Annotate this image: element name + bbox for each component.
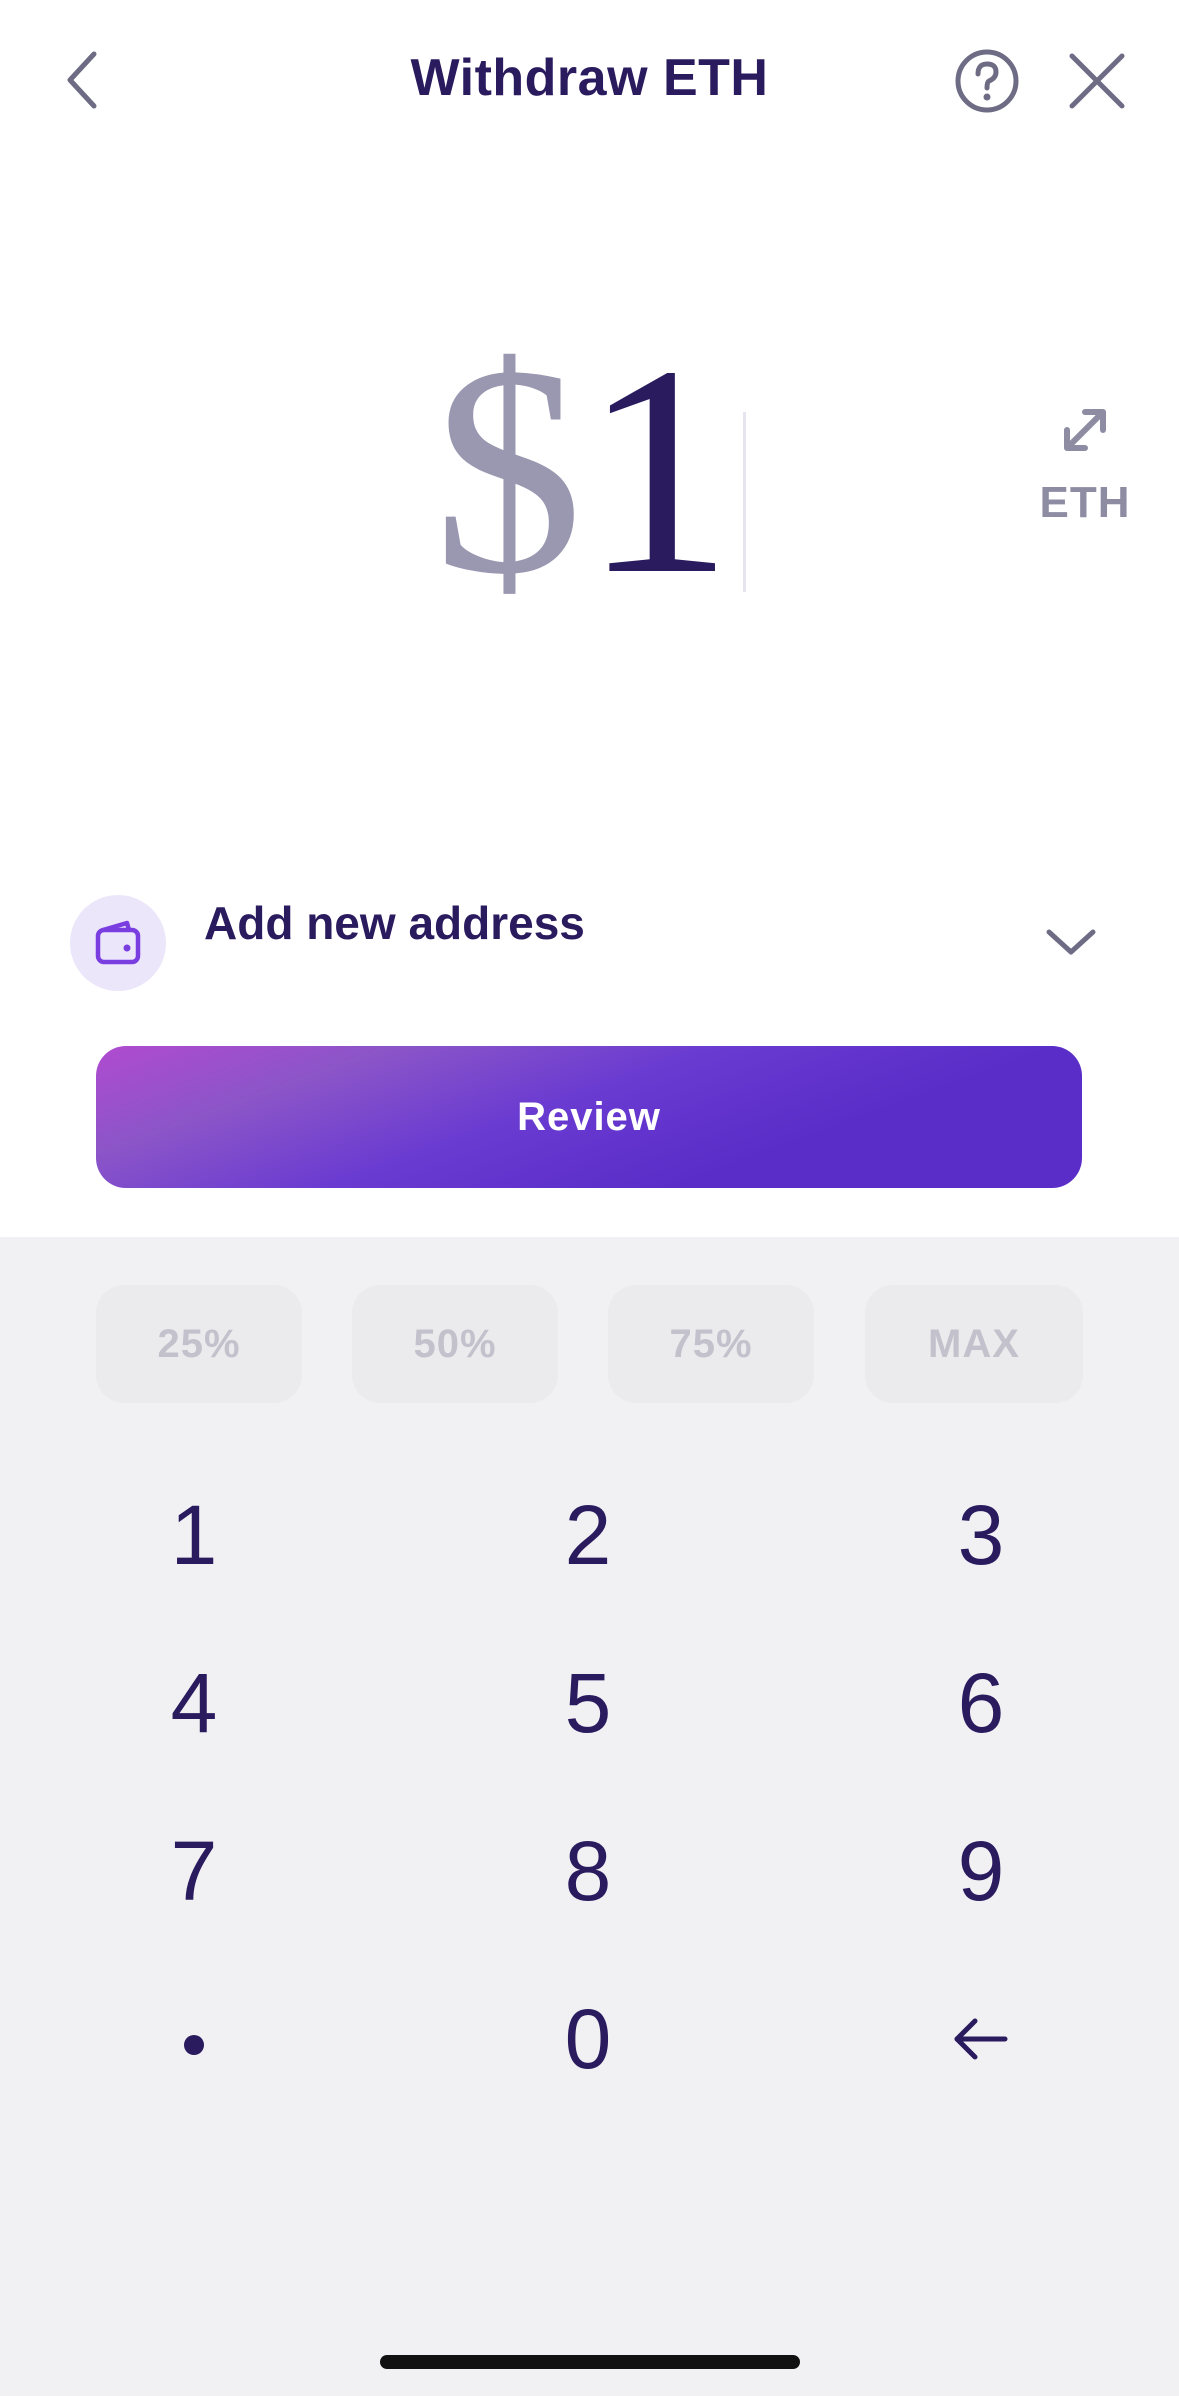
wallet-icon [95, 920, 141, 965]
chevron-down-icon [1046, 929, 1096, 955]
key-0[interactable]: 0 [458, 1964, 718, 2114]
header: Withdraw ETH [0, 0, 1179, 160]
swap-arrows-icon [1064, 409, 1106, 451]
key-9[interactable]: 9 [851, 1796, 1111, 1946]
key-4[interactable]: 4 [64, 1628, 324, 1778]
decimal-dot-icon [184, 2035, 204, 2055]
review-button[interactable]: Review [96, 1046, 1082, 1188]
key-7[interactable]: 7 [64, 1796, 324, 1946]
quick-amount-50-button[interactable]: 50% [352, 1285, 558, 1403]
key-2[interactable]: 2 [458, 1460, 718, 1610]
address-label: Add new address [204, 897, 585, 949]
question-circle-icon [955, 49, 1019, 113]
quick-amount-25-button[interactable]: 25% [96, 1285, 302, 1403]
amount-display: $1 [0, 320, 1179, 620]
key-3[interactable]: 3 [851, 1460, 1111, 1610]
key-8[interactable]: 8 [458, 1796, 718, 1946]
amount-value: 1 [583, 304, 733, 636]
quick-amount-75-button[interactable]: 75% [608, 1285, 814, 1403]
input-cursor [743, 412, 746, 593]
currency-symbol: $ [433, 304, 583, 636]
keypad-area: 25% 50% 75% MAX 1 2 3 4 5 6 7 8 9 0 [0, 1237, 1179, 2396]
close-icon [1069, 53, 1125, 109]
unit-label: ETH [1039, 478, 1131, 527]
key-backspace[interactable] [851, 1964, 1111, 2114]
quick-amount-max-button[interactable]: MAX [865, 1285, 1083, 1403]
backspace-arrow-icon [954, 2018, 1008, 2060]
key-1[interactable]: 1 [64, 1460, 324, 1610]
unit-toggle-button[interactable]: ETH [1030, 400, 1140, 540]
key-decimal[interactable] [64, 1964, 324, 2114]
key-5[interactable]: 5 [458, 1628, 718, 1778]
wallet-icon-badge [70, 895, 166, 991]
address-selector[interactable]: Add new address [70, 892, 1129, 992]
home-indicator [380, 2355, 800, 2369]
key-6[interactable]: 6 [851, 1628, 1111, 1778]
quick-amount-row: 25% 50% 75% MAX [0, 1285, 1179, 1403]
close-button[interactable] [1060, 44, 1134, 118]
help-button[interactable] [950, 44, 1024, 118]
